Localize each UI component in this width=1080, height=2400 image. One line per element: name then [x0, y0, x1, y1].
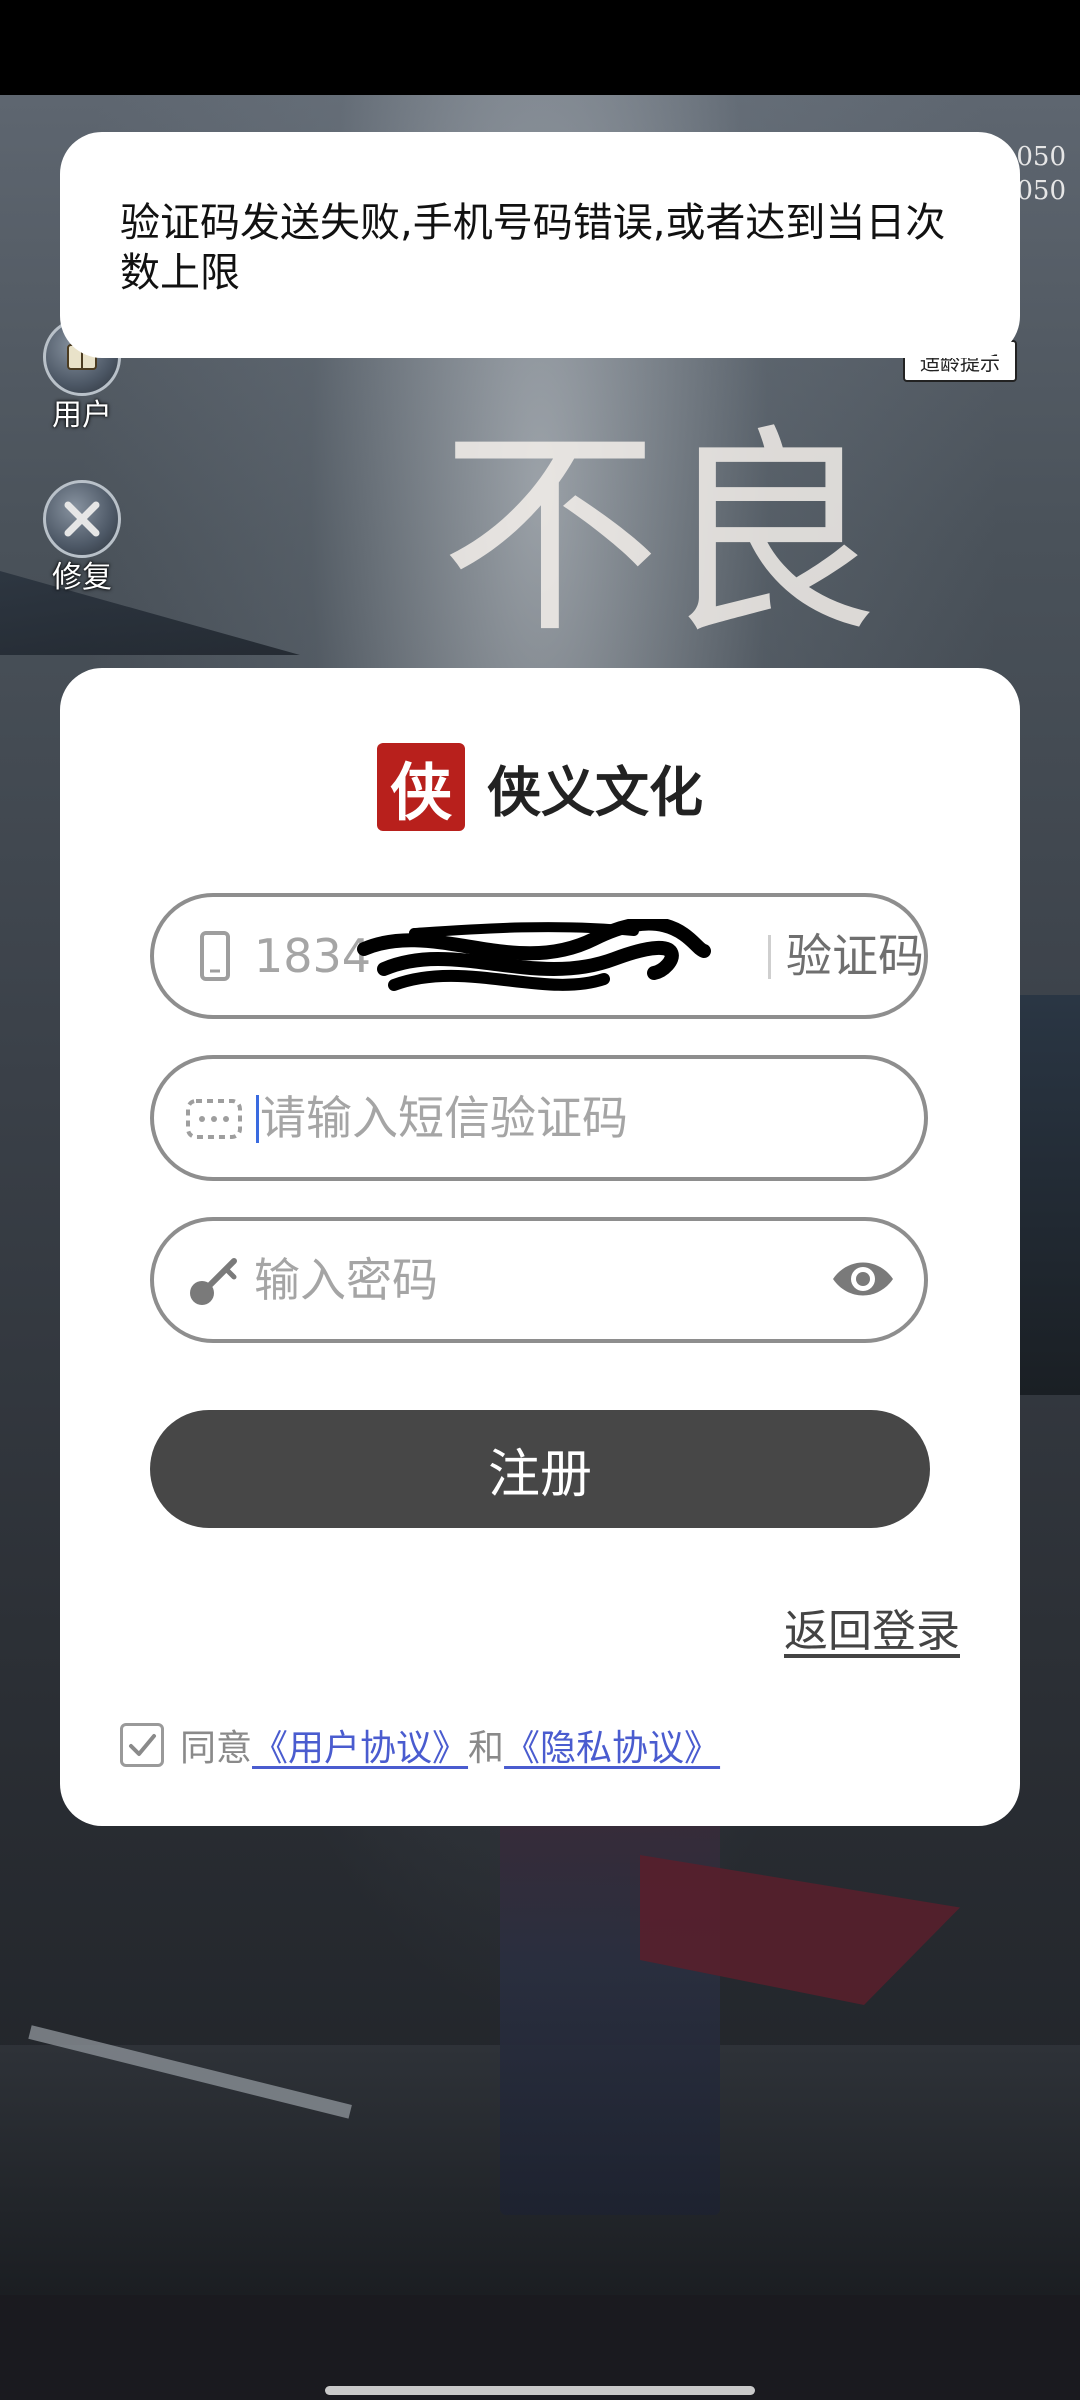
- agree-checkbox[interactable]: [120, 1723, 164, 1767]
- agree-conjunction: 和: [468, 1728, 505, 1769]
- sms-code-input[interactable]: 请输入短信验证码: [260, 1059, 628, 1177]
- field-divider: [768, 935, 771, 979]
- error-toast: 验证码发送失败,手机号码错误,或者达到当日次数上限: [60, 132, 1020, 358]
- side-button-repair[interactable]: 修复: [42, 480, 122, 596]
- phone-field[interactable]: 1834 验证码: [150, 893, 928, 1019]
- sms-code-icon: [186, 1099, 242, 1139]
- privacy-agreement-link[interactable]: 《隐私协议》: [504, 1719, 720, 1771]
- show-password-eye-icon[interactable]: [830, 1251, 896, 1307]
- brand-logo: 侠 侠义文化: [0, 742, 1080, 832]
- version-label: 050 050: [1016, 142, 1066, 206]
- get-code-button[interactable]: 验证码: [786, 897, 924, 1015]
- agree-prefix: 同意: [180, 1728, 253, 1769]
- phone-icon: [200, 931, 230, 981]
- redaction-scribble: [357, 919, 711, 991]
- toast-message: 验证码发送失败,手机号码错误,或者达到当日次数上限: [120, 200, 946, 296]
- user-agreement-link[interactable]: 《用户协议》: [252, 1719, 468, 1771]
- side-button-user-label: 用户: [52, 398, 112, 433]
- title-calligraphy: 不良: [440, 407, 881, 663]
- status-bar: [0, 0, 1080, 95]
- text-caret: [256, 1095, 259, 1143]
- password-input[interactable]: 输入密码: [254, 1221, 438, 1339]
- checkmark-icon: [129, 1734, 156, 1756]
- side-button-repair-label: 修复: [52, 560, 112, 595]
- home-gesture-handle[interactable]: [325, 2386, 755, 2395]
- navigation-bar: [0, 2295, 1080, 2400]
- back-to-login-link[interactable]: 返回登录: [784, 1595, 960, 1659]
- brand-seal-icon: 侠: [377, 743, 465, 831]
- password-field[interactable]: 输入密码: [150, 1217, 928, 1343]
- register-button[interactable]: 注册: [150, 1410, 930, 1528]
- swordsman-figure: [500, 1795, 720, 2215]
- key-icon: [190, 1258, 237, 1305]
- sms-code-field[interactable]: 请输入短信验证码: [150, 1055, 928, 1181]
- agreement-row: 同意 《用户协议》 和 《隐私协议》: [120, 1720, 720, 1770]
- brand-name: 侠义文化: [487, 760, 703, 824]
- repair-tools-icon: [43, 480, 121, 558]
